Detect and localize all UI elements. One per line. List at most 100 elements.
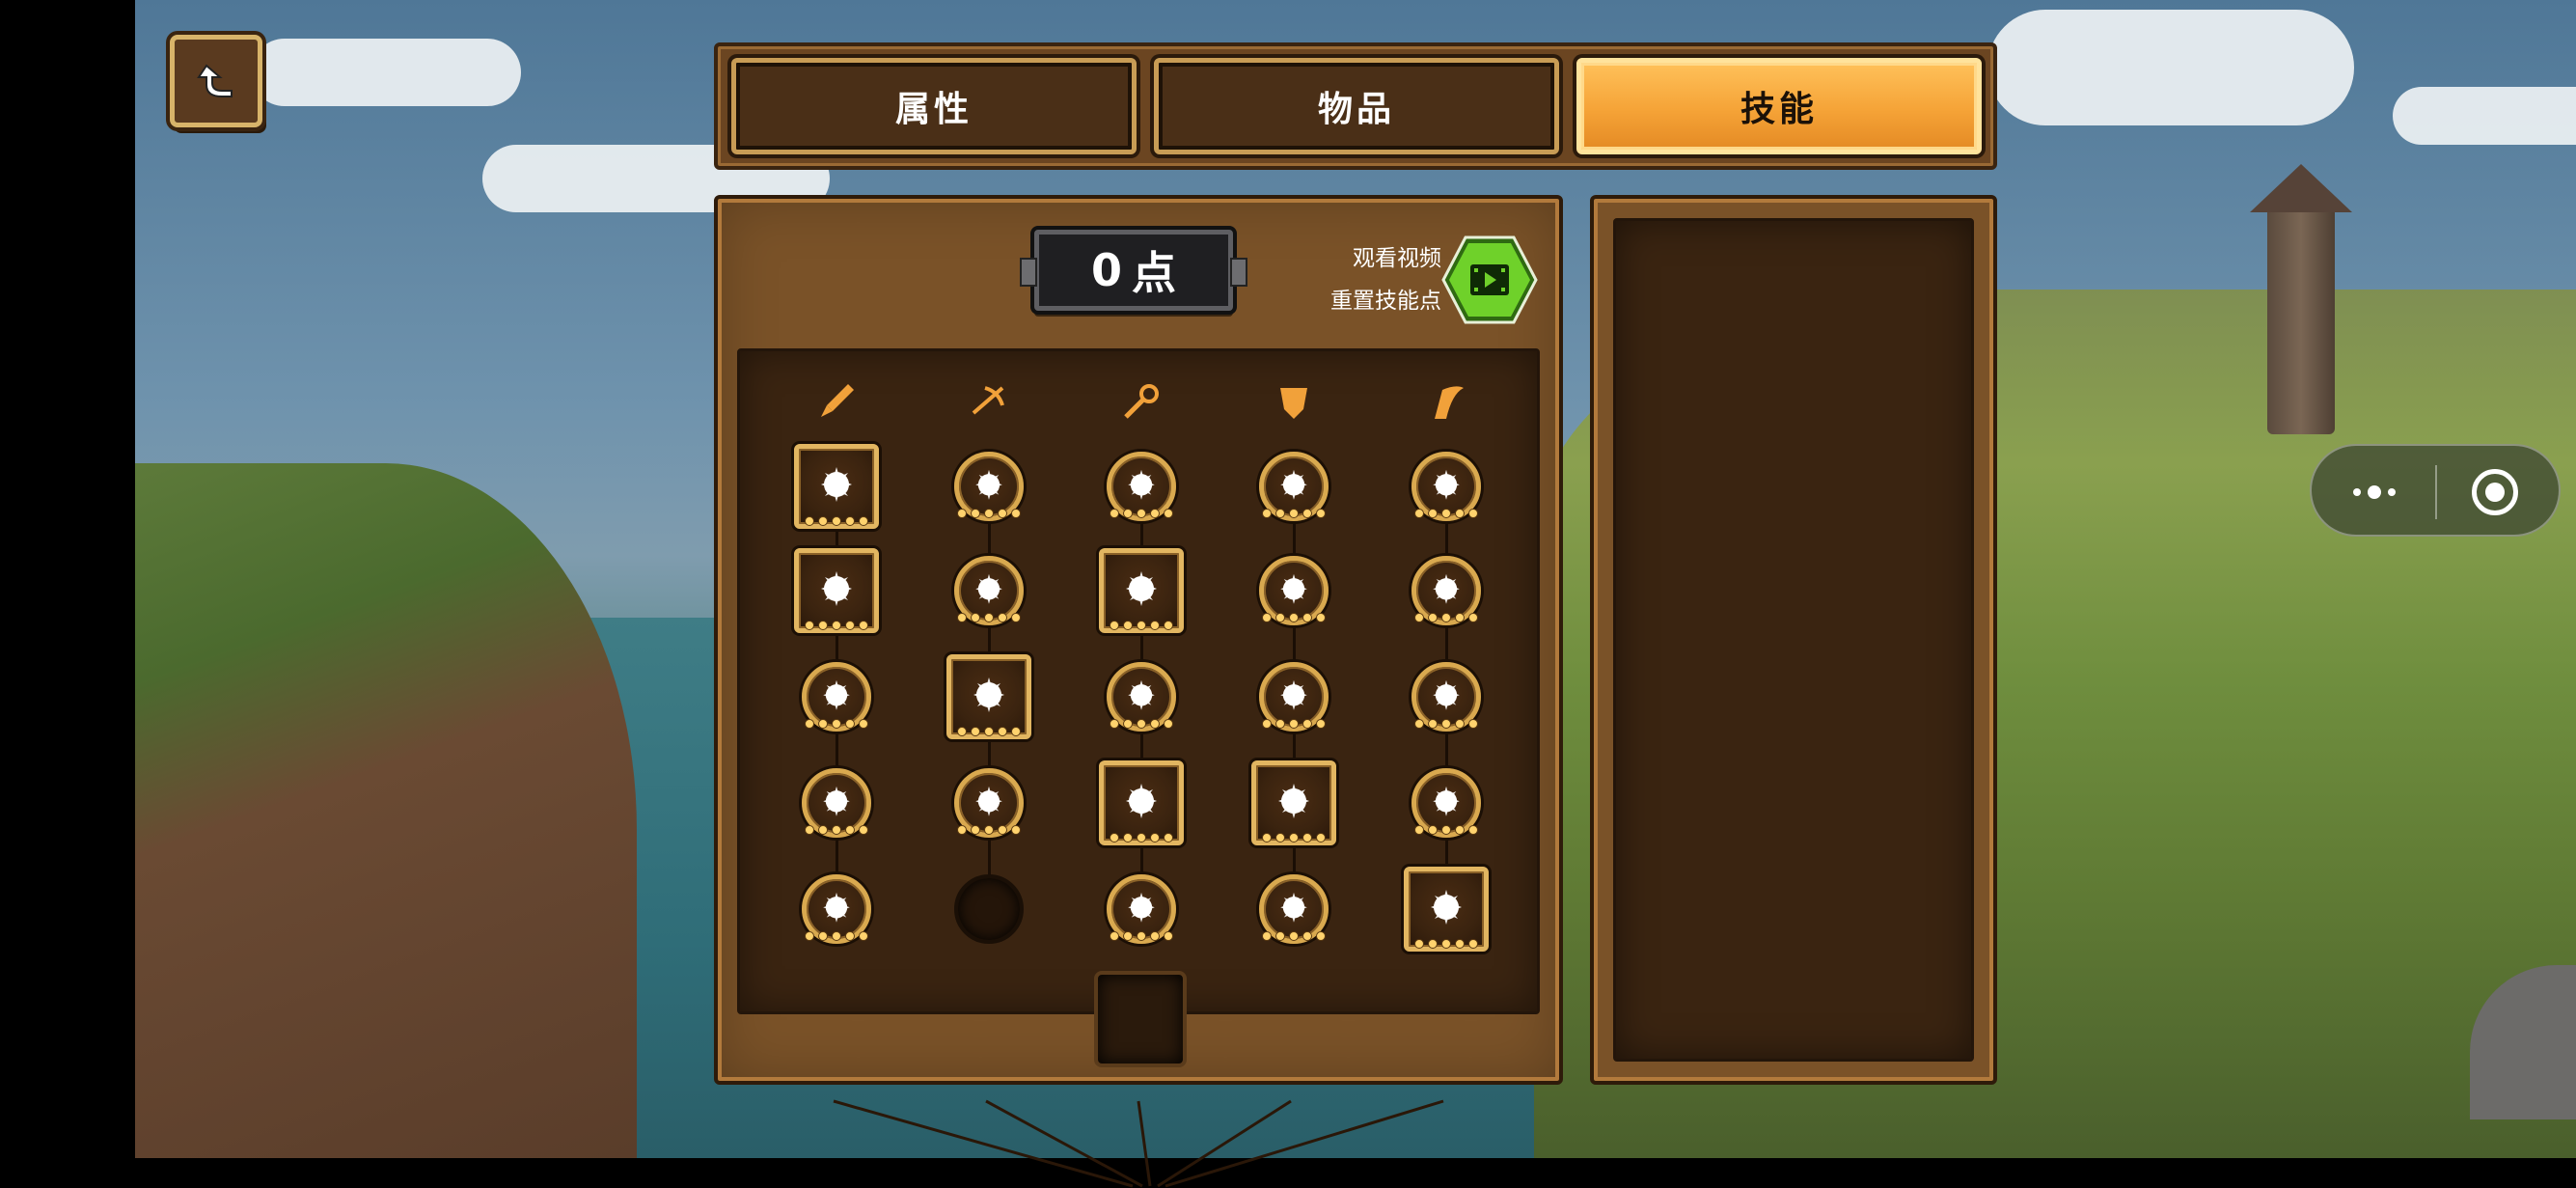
skill-node[interactable] [1107, 874, 1176, 944]
skill-node[interactable] [1251, 760, 1336, 845]
skill-detail-content [1613, 218, 1974, 1062]
skill-level-dots [1262, 509, 1326, 518]
winged-helm-icon [1433, 786, 1460, 816]
skill-level-dots [957, 509, 1021, 518]
tower [2250, 164, 2352, 434]
skull-crossbones-icon [973, 677, 1004, 712]
skill-node[interactable] [1411, 768, 1481, 838]
back-button[interactable] [170, 35, 262, 127]
bow-target-icon [975, 469, 1002, 500]
reset-line-2: 重置技能点 [1330, 289, 1441, 314]
skill-level-dots [805, 931, 868, 941]
skill-node[interactable] [1259, 452, 1329, 521]
skill-tree-panel: 0 点 观看视频 重置技能点 [714, 195, 1563, 1188]
skill-level-dots [1110, 833, 1173, 843]
plus-cross-icon [1431, 890, 1462, 925]
tab-items[interactable]: 物品 [1154, 58, 1559, 154]
tab-bar: 属性 物品 技能 [714, 42, 1997, 170]
skill-level-dots [957, 825, 1021, 835]
tab-attributes[interactable]: 属性 [731, 58, 1137, 154]
recycle-icon [1128, 892, 1155, 923]
skill-node[interactable] [1107, 452, 1176, 521]
crosshair-icon [1128, 679, 1155, 710]
skill-level-dots [805, 621, 868, 630]
cloud [251, 39, 521, 106]
bow-shot-icon [975, 786, 1002, 816]
skill-level-dots [1414, 939, 1478, 949]
skill-node[interactable] [1099, 760, 1184, 845]
skill-level-dots [805, 825, 868, 835]
skill-level-dots [1262, 613, 1326, 622]
magic-comet-icon [1124, 384, 1159, 419]
watch-video-reset-button[interactable] [1441, 235, 1538, 324]
target-icon [2472, 469, 2518, 515]
skill-level-dots [1262, 719, 1326, 729]
shield-heart-icon [1280, 679, 1307, 710]
skill-level-dots [1110, 509, 1173, 518]
skill-node[interactable] [954, 452, 1024, 521]
shield-sword-icon [1280, 573, 1307, 604]
skill-node[interactable] [1411, 662, 1481, 732]
impact-icon [823, 786, 850, 816]
skill-level-dots [1262, 931, 1326, 941]
cloud [2393, 87, 2576, 145]
tab-skills[interactable]: 技能 [1576, 58, 1982, 154]
sword-icon [821, 384, 854, 417]
skill-level-dots [1414, 719, 1478, 729]
skill-node[interactable] [802, 768, 871, 838]
spiral-icon [821, 571, 852, 606]
skill-level-dots [1414, 509, 1478, 518]
back-arrow-icon [197, 64, 233, 97]
sunburst-icon [1128, 469, 1155, 500]
triple-orb-icon [1280, 892, 1307, 923]
skill-level-dots [805, 719, 868, 729]
skill-level-dots [1414, 613, 1478, 622]
skill-level-dots [1262, 833, 1326, 843]
skill-node[interactable] [954, 556, 1024, 625]
skill-points-display: 0 点 [1020, 230, 1247, 311]
arrow-drop-icon [975, 573, 1002, 604]
lightning-icon [1126, 784, 1157, 818]
skill-node[interactable] [946, 654, 1031, 739]
skill-node[interactable] [1404, 867, 1489, 952]
coins-icon [823, 679, 850, 710]
skill-level-dots [957, 727, 1021, 736]
miniprogram-capsule [2310, 444, 2561, 537]
explosion-icon [821, 467, 852, 502]
cloud [1987, 10, 2354, 125]
more-menu-button[interactable] [2331, 463, 2418, 521]
reset-line-1: 观看视频 [1353, 246, 1441, 271]
skill-node[interactable] [1107, 662, 1176, 732]
close-miniprogram-button[interactable] [2466, 463, 2524, 521]
skill-node[interactable] [802, 662, 871, 732]
skill-node[interactable] [954, 768, 1024, 838]
skill-node[interactable] [1099, 548, 1184, 633]
skill-node[interactable] [794, 444, 879, 529]
fireball-icon [1126, 571, 1157, 606]
skill-node[interactable] [1259, 556, 1329, 625]
skill-node[interactable] [802, 874, 871, 944]
skill-level-dots [1110, 719, 1173, 729]
skill-node[interactable] [794, 548, 879, 633]
crossed-swords-icon [1433, 679, 1460, 710]
reset-text: 观看视频 重置技能点 [1287, 237, 1441, 322]
crossbow-icon [972, 386, 1004, 415]
swirl-icon [1433, 469, 1460, 500]
skill-level-dots [957, 613, 1021, 622]
skill-node[interactable] [1411, 556, 1481, 625]
crossbow-bolt-icon [1433, 573, 1460, 604]
capsule-divider [2435, 465, 2437, 519]
skill-grid [737, 348, 1540, 1014]
skill-level-dots [1110, 621, 1173, 630]
skill-node[interactable] [1259, 874, 1329, 944]
hearts-icon [1280, 469, 1307, 500]
skill-node[interactable] [954, 874, 1024, 944]
skill-level-dots [1110, 931, 1173, 941]
guard-icon [1278, 784, 1309, 818]
ultimate-skill-slot[interactable] [1094, 971, 1187, 1067]
skill-node[interactable] [1411, 452, 1481, 521]
skill-level-dots [805, 516, 868, 526]
fist-icon [823, 892, 850, 923]
skill-node[interactable] [1259, 662, 1329, 732]
wing-icon [1435, 386, 1464, 419]
